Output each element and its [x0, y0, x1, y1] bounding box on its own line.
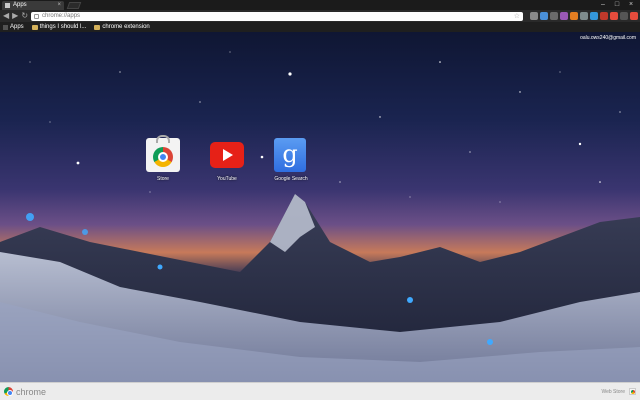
toolbar: ◀ ▶ ↻ chrome://apps ☆ ≡: [0, 10, 640, 22]
google-search-icon: g: [274, 138, 308, 172]
web-store-link[interactable]: Web Store: [601, 388, 636, 395]
maximize-icon[interactable]: □: [610, 0, 624, 9]
bookmark-label: things I should l...: [39, 24, 87, 30]
bookmark-folder[interactable]: things I should l...: [31, 22, 87, 32]
extension-icon[interactable]: [610, 12, 619, 20]
extension-icon[interactable]: [570, 12, 579, 20]
app-label: Google Search: [274, 176, 308, 182]
user-email[interactable]: oalu.ows240@gmail.com: [580, 35, 636, 41]
bookmark-apps[interactable]: Apps: [3, 22, 24, 32]
apps-grid-icon: [3, 24, 8, 30]
app-youtube[interactable]: YouTube: [209, 138, 245, 182]
youtube-icon: [210, 138, 244, 172]
web-store-label: Web Store: [601, 388, 625, 395]
folder-icon: [31, 24, 38, 30]
folder-icon: [94, 24, 101, 30]
bookmark-folder[interactable]: chrome extension: [94, 22, 150, 32]
extensions-row: ≡: [530, 10, 640, 22]
apps-page: oalu.ows240@gmail.com Store YouTube g Go…: [0, 32, 640, 382]
bookmark-star-icon[interactable]: ☆: [514, 12, 520, 20]
window-close-icon[interactable]: ×: [624, 0, 638, 9]
extension-icon[interactable]: [600, 12, 609, 20]
reload-icon[interactable]: ↻: [21, 10, 28, 22]
mountain-landscape: [0, 194, 640, 382]
apps-favicon-icon: [5, 3, 10, 8]
address-bar[interactable]: chrome://apps ☆: [31, 11, 524, 21]
address-text[interactable]: chrome://apps: [42, 13, 511, 19]
page-icon: [34, 13, 40, 19]
tab-strip: Apps × – □ ×: [0, 0, 640, 10]
bottom-bar: chrome Web Store: [0, 382, 640, 400]
extension-icon[interactable]: [540, 12, 549, 20]
app-label: YouTube: [217, 176, 237, 182]
extension-icon[interactable]: [590, 12, 599, 20]
minimize-icon[interactable]: –: [596, 0, 610, 9]
app-grid: Store YouTube g Google Search: [145, 135, 309, 182]
forward-icon[interactable]: ▶: [12, 10, 18, 22]
chrome-wordmark: chrome: [16, 386, 47, 397]
back-icon[interactable]: ◀: [3, 10, 9, 22]
app-label: Store: [157, 176, 169, 182]
extension-icon[interactable]: [620, 12, 629, 20]
extension-icon[interactable]: [550, 12, 559, 20]
bookmark-label: Apps: [10, 24, 24, 30]
app-google-search[interactable]: g Google Search: [273, 138, 309, 182]
close-icon[interactable]: ×: [57, 1, 61, 10]
tab-title: Apps: [13, 2, 27, 8]
app-store[interactable]: Store: [145, 135, 181, 182]
extension-icon[interactable]: [580, 12, 589, 20]
chrome-logo-icon: [4, 387, 13, 396]
web-store-icon: [629, 388, 636, 395]
extension-icon[interactable]: [560, 12, 569, 20]
tab-apps[interactable]: Apps ×: [2, 1, 64, 10]
bookmarks-bar: Apps things I should l... chrome extensi…: [0, 22, 640, 32]
new-tab-button[interactable]: [66, 2, 82, 9]
extension-icon[interactable]: [530, 12, 539, 20]
extension-icon[interactable]: [630, 12, 639, 20]
chrome-web-store-icon: [146, 135, 180, 172]
bookmark-label: chrome extension: [102, 24, 150, 30]
